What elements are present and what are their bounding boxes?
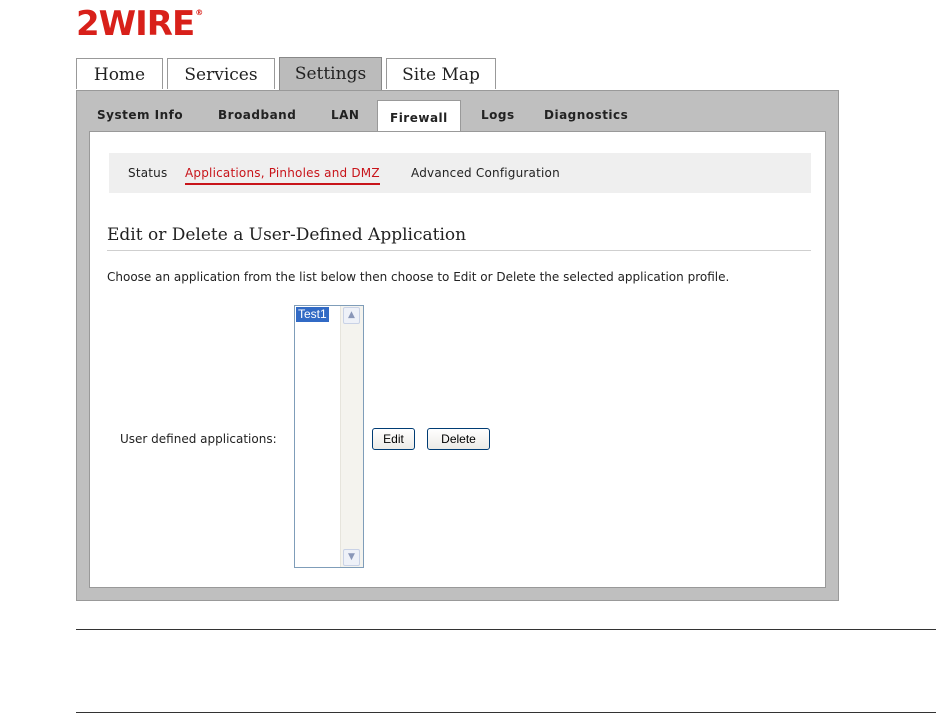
list-item-test1[interactable]: Test1 — [296, 307, 329, 322]
brand-logo: 2WIRE® — [76, 4, 203, 44]
instructions-text: Choose an application from the list belo… — [107, 270, 730, 284]
subtab-system-info[interactable]: System Info — [97, 108, 183, 122]
scroll-down-icon[interactable]: ▼ — [343, 549, 360, 566]
subtab-broadband[interactable]: Broadband — [218, 108, 296, 122]
settings-frame: System Info Broadband LAN Firewall Logs … — [76, 90, 839, 601]
tab-settings[interactable]: Settings — [279, 57, 382, 91]
subtab-firewall[interactable]: Firewall — [377, 100, 461, 133]
tab-services[interactable]: Services — [167, 58, 275, 89]
registered-mark: ® — [195, 8, 203, 17]
nav-applications-pinholes-dmz[interactable]: Applications, Pinholes and DMZ — [185, 166, 380, 185]
subtab-diagnostics[interactable]: Diagnostics — [544, 108, 628, 122]
applications-listbox[interactable]: Test1 ▲ ▼ — [294, 305, 364, 568]
tab-home[interactable]: Home — [76, 58, 163, 89]
page-divider-bottom — [76, 712, 936, 713]
page-divider-top — [76, 629, 936, 630]
scroll-up-icon[interactable]: ▲ — [343, 307, 360, 324]
page-title: Edit or Delete a User-Defined Applicatio… — [107, 225, 467, 245]
logo-text: 2WIRE — [76, 4, 195, 44]
nav-status[interactable]: Status — [128, 166, 167, 180]
content-panel: Status Applications, Pinholes and DMZ Ad… — [89, 131, 826, 588]
subtab-lan[interactable]: LAN — [331, 108, 359, 122]
title-divider — [107, 250, 811, 251]
listbox-scrollbar[interactable]: ▲ ▼ — [340, 306, 363, 567]
edit-button[interactable]: Edit — [372, 428, 415, 450]
delete-button[interactable]: Delete — [427, 428, 490, 450]
subtab-logs[interactable]: Logs — [481, 108, 515, 122]
nav-advanced-configuration[interactable]: Advanced Configuration — [411, 166, 560, 180]
applications-list-label: User defined applications: — [120, 432, 277, 446]
firewall-subnav: Status Applications, Pinholes and DMZ Ad… — [109, 153, 811, 193]
tab-site-map[interactable]: Site Map — [386, 58, 496, 89]
